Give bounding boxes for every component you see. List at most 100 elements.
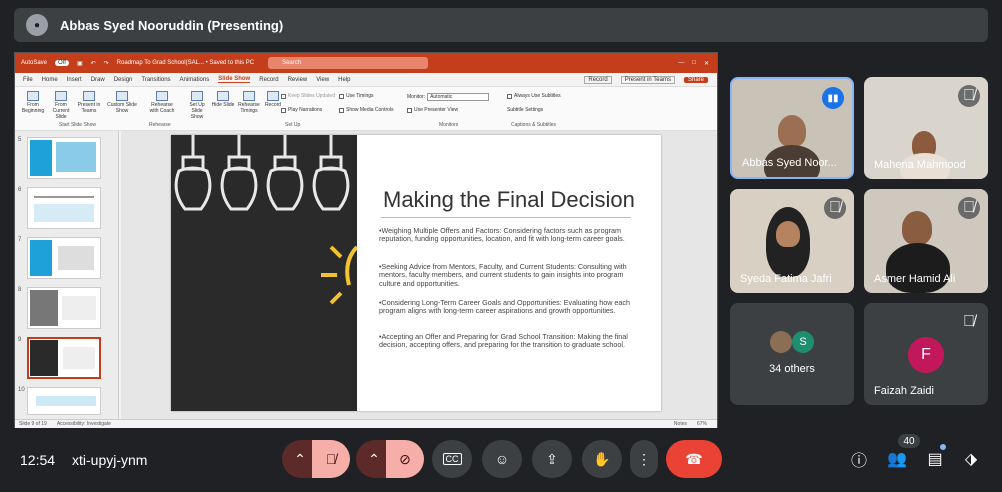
info-icon: ⓘ bbox=[850, 453, 867, 470]
participant-name: Asmer Hamid Ali bbox=[874, 273, 956, 285]
notes-button[interactable]: Notes bbox=[674, 421, 687, 427]
ppt-title-bar: AutoSave Off ▣ ↶ ↷ Roadmap To Grad Schoo… bbox=[15, 53, 717, 73]
slide-thumbnail-pane: 5 6 7 8 9 10 bbox=[15, 131, 119, 419]
participant-tile-syeda[interactable]: 🎙̸ Syeda Fatima Jafri bbox=[730, 189, 854, 293]
slide-thumbnail[interactable] bbox=[27, 137, 101, 179]
menu-home[interactable]: Home bbox=[42, 77, 58, 83]
record-button[interactable]: Record bbox=[584, 75, 612, 84]
activities-button[interactable]: ⬗ bbox=[958, 446, 984, 472]
group-setup-label: Set Up bbox=[285, 122, 301, 128]
save-icon[interactable]: ▣ bbox=[77, 60, 83, 67]
emoji-icon: ☺ bbox=[494, 451, 510, 467]
slide-bullet: •Accepting an Offer and Preparing for Gr… bbox=[379, 332, 628, 350]
setup-show-button[interactable]: Set Up Slide Show bbox=[185, 89, 209, 120]
chat-button[interactable]: ▤ bbox=[922, 446, 948, 472]
menu-file[interactable]: File bbox=[23, 77, 33, 83]
undo-icon[interactable]: ↶ bbox=[91, 60, 96, 67]
minimize-icon[interactable]: — bbox=[678, 60, 684, 66]
reactions-button[interactable]: ☺ bbox=[482, 440, 522, 478]
people-icon: 👥 bbox=[887, 451, 907, 468]
camera-toggle-button[interactable]: ⊘ bbox=[386, 440, 424, 478]
mic-muted-icon: 🎙̸ bbox=[958, 311, 980, 333]
menu-transitions[interactable]: Transitions bbox=[141, 77, 170, 83]
mic-muted-icon: 🎙̸ bbox=[824, 197, 846, 219]
captions-button[interactable]: CC bbox=[432, 440, 472, 478]
menu-review[interactable]: Review bbox=[288, 77, 308, 83]
speaking-indicator-icon: ▮▮ bbox=[822, 87, 844, 109]
meeting-details-button[interactable]: ⓘ bbox=[846, 446, 872, 472]
people-button[interactable]: 👥 bbox=[884, 446, 910, 472]
hide-slide-button[interactable]: Hide Slide bbox=[211, 89, 235, 108]
menu-design[interactable]: Design bbox=[114, 77, 133, 83]
menu-insert[interactable]: Insert bbox=[67, 77, 82, 83]
others-count: 34 others bbox=[769, 363, 815, 375]
presenter-view-checkbox[interactable]: Use Presenter View bbox=[407, 107, 458, 113]
menu-animations[interactable]: Animations bbox=[180, 77, 210, 83]
menu-view[interactable]: View bbox=[316, 77, 329, 83]
present-teams-button[interactable]: Present in Teams bbox=[620, 75, 675, 84]
rehearse-timings-button[interactable]: Rehearse Timings bbox=[237, 89, 261, 114]
captions-icon: CC bbox=[442, 453, 462, 465]
participant-name: Syeda Fatima Jafri bbox=[740, 273, 832, 285]
redo-icon[interactable]: ↷ bbox=[104, 60, 109, 67]
show-media-checkbox[interactable]: Show Media Controls bbox=[339, 107, 394, 113]
presenter-bar: ● Abbas Syed Nooruddin (Presenting) bbox=[14, 8, 988, 42]
file-title: Roadmap To Grad School(SAL... • Saved to… bbox=[116, 60, 255, 66]
zoom-level[interactable]: 67% bbox=[697, 421, 707, 427]
menu-slide-show[interactable]: Slide Show bbox=[218, 76, 251, 83]
rehearse-coach-button[interactable]: Rehearse with Coach bbox=[147, 89, 177, 114]
present-screen-icon: ⇪ bbox=[546, 450, 558, 467]
maximize-icon[interactable]: □ bbox=[692, 60, 696, 66]
present-teams-ribbon-button[interactable]: Present in Teams bbox=[77, 89, 101, 114]
mic-toggle-button[interactable]: 🎙̸ bbox=[312, 440, 350, 478]
participant-tile-others[interactable]: S 34 others bbox=[730, 303, 854, 405]
participant-tile-asmer[interactable]: 🎙̸ Asmer Hamid Ali bbox=[864, 189, 988, 293]
custom-show-button[interactable]: Custom Slide Show bbox=[107, 89, 137, 114]
ppt-status-bar: Slide 9 of 19 Accessibility: Investigate… bbox=[15, 419, 717, 428]
menu-help[interactable]: Help bbox=[338, 77, 350, 83]
subtitle-settings-button[interactable]: Subtitle Settings bbox=[507, 107, 543, 113]
play-narrations-checkbox[interactable]: Play Narrations bbox=[281, 107, 322, 113]
lightbulb-illustration bbox=[174, 135, 357, 305]
participant-avatar: S bbox=[792, 331, 814, 353]
camera-off-icon: ⊘ bbox=[399, 450, 411, 467]
raise-hand-button[interactable]: ✋ bbox=[582, 440, 622, 478]
menu-draw[interactable]: Draw bbox=[91, 77, 105, 83]
presentation-screen[interactable]: AutoSave Off ▣ ↶ ↷ Roadmap To Grad Schoo… bbox=[14, 52, 718, 428]
from-beginning-button[interactable]: From Beginning bbox=[21, 89, 45, 114]
slide-thumbnail[interactable] bbox=[27, 237, 101, 279]
close-icon[interactable]: ✕ bbox=[704, 60, 709, 67]
monitor-select[interactable]: Automatic bbox=[427, 93, 490, 101]
current-slide[interactable]: Making the Final Decision •Weighing Mult… bbox=[171, 135, 661, 411]
slide-editing-area: Making the Final Decision •Weighing Mult… bbox=[121, 131, 717, 419]
ppt-menu-bar: File Home Insert Draw Design Transitions… bbox=[15, 73, 717, 87]
hang-up-icon: ☎ bbox=[685, 450, 703, 467]
slide-bullet: •Weighing Multiple Offers and Factors: C… bbox=[379, 226, 625, 244]
slide-thumbnail[interactable] bbox=[27, 387, 101, 415]
presenter-avatar: ● bbox=[26, 14, 48, 36]
autosave-toggle[interactable]: Off bbox=[55, 60, 69, 66]
chat-icon: ▤ bbox=[927, 451, 943, 468]
accessibility-status[interactable]: Accessibility: Investigate bbox=[57, 421, 111, 427]
mic-muted-icon: 🎙̸ bbox=[958, 197, 980, 219]
ppt-search-input[interactable]: Search bbox=[268, 57, 429, 69]
participant-tile-abbas[interactable]: ▮▮ Abbas Syed Noor... bbox=[730, 77, 854, 179]
slide-thumbnail[interactable] bbox=[27, 187, 101, 229]
menu-record[interactable]: Record bbox=[259, 77, 278, 83]
participant-name: Mahena Mahmood bbox=[874, 159, 966, 171]
present-now-button[interactable]: ⇪ bbox=[532, 440, 572, 478]
share-button[interactable]: Share bbox=[683, 76, 708, 83]
use-timings-checkbox[interactable]: Use Timings bbox=[339, 93, 374, 99]
participant-tile-mahena[interactable]: 🎙̸ Mahena Mahmood bbox=[864, 77, 988, 179]
hand-icon: ✋ bbox=[593, 450, 611, 467]
more-options-button[interactable]: ⋮ bbox=[630, 440, 658, 478]
slide-thumbnail[interactable] bbox=[27, 287, 101, 329]
leave-call-button[interactable]: ☎ bbox=[666, 440, 722, 478]
slide-thumbnail-selected[interactable] bbox=[27, 337, 101, 379]
keep-updated-checkbox[interactable]: Keep Slides Updated bbox=[281, 93, 335, 99]
chat-notification-dot bbox=[940, 444, 946, 450]
participant-tile-faizah[interactable]: F 🎙̸ Faizah Zaidi bbox=[864, 303, 988, 405]
slide-bullet: •Seeking Advice from Mentors, Faculty, a… bbox=[379, 262, 627, 288]
always-subtitles-checkbox[interactable]: Always Use Subtitles bbox=[507, 93, 561, 99]
from-current-button[interactable]: From Current Slide bbox=[49, 89, 73, 120]
